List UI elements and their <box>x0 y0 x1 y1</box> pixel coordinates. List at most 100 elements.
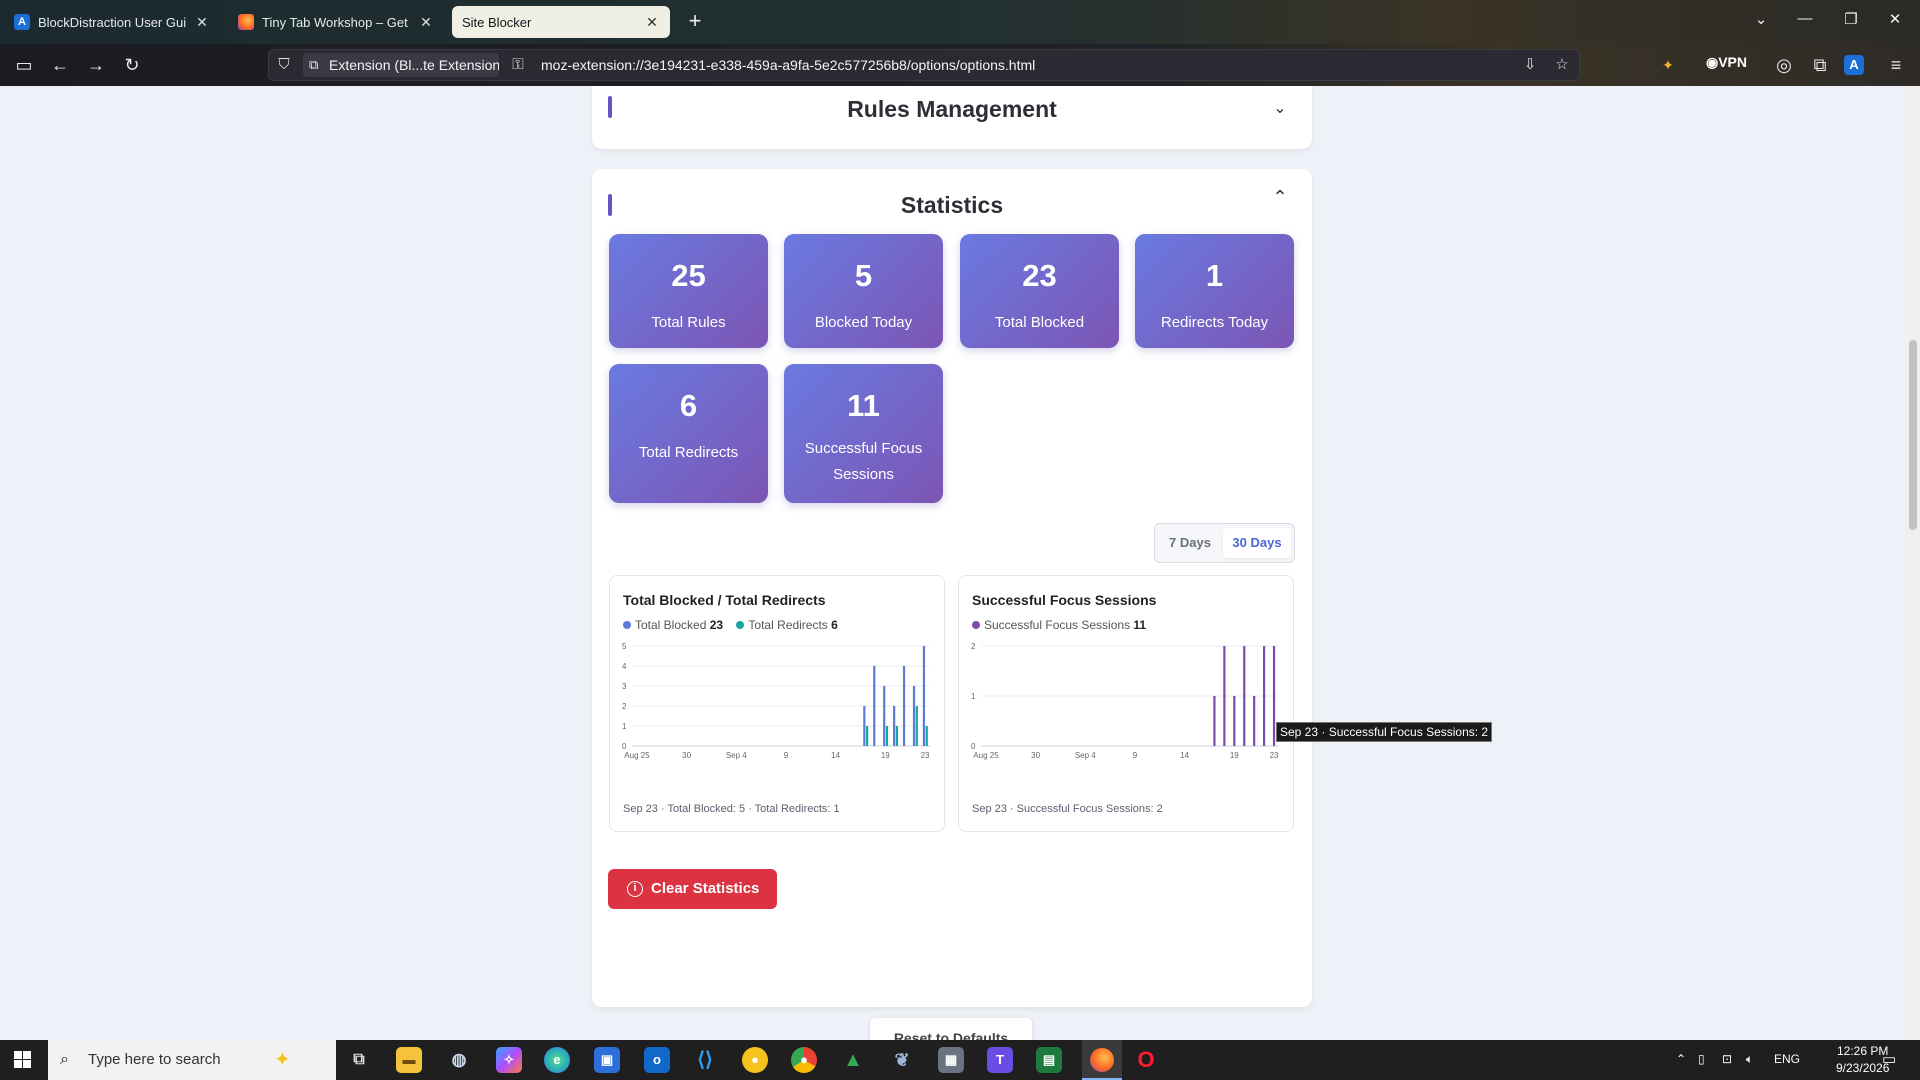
key-icon[interactable]: ⚿ <box>507 54 529 76</box>
blocked-redirects-chart: Total Blocked / Total Redirects Total Bl… <box>609 575 945 832</box>
stat-value: 5 <box>854 258 873 293</box>
close-icon[interactable]: ✕ <box>644 14 660 31</box>
notifications-icon[interactable]: ▭ <box>1882 1050 1896 1068</box>
chart-title: Total Blocked / Total Redirects <box>623 592 826 608</box>
copilot-icon[interactable]: ✧ <box>496 1047 522 1073</box>
x-tick-label: 23 <box>1270 751 1279 760</box>
windows-start-icon[interactable] <box>8 1048 38 1072</box>
bar-total-redirects <box>866 726 869 746</box>
spreadsheet-icon[interactable]: ▤ <box>1036 1047 1062 1073</box>
chart-summary: Sep 23 · Successful Focus Sessions: 2 <box>972 803 1163 815</box>
tab-tiny-tab-workshop[interactable]: Tiny Tab Workshop – Get this Th ✕ <box>228 6 444 38</box>
battery-icon[interactable]: ▯ <box>1698 1052 1705 1066</box>
back-button[interactable]: ← <box>46 52 74 78</box>
window-close-button[interactable]: ✕ <box>1880 10 1910 34</box>
network-icon[interactable]: ⊡ <box>1722 1052 1732 1066</box>
chevron-up-icon[interactable]: ⌃ <box>1270 187 1290 207</box>
y-tick-label: 2 <box>971 642 976 651</box>
menu-icon[interactable]: ≡ <box>1882 52 1910 78</box>
chrome-icon[interactable]: ● <box>791 1047 817 1073</box>
tab-strip: A BlockDistraction User Guide: Ru ✕ Tiny… <box>0 0 1920 44</box>
steam-icon[interactable]: ◍ <box>446 1047 472 1073</box>
rules-management-title[interactable]: Rules Management <box>592 96 1312 123</box>
new-tab-button[interactable]: + <box>682 8 708 36</box>
stat-blocked-today: 5 Blocked Today <box>784 234 943 348</box>
opera-icon[interactable]: O <box>1133 1047 1159 1073</box>
extensions-icon[interactable]: ⧉ <box>1806 52 1834 78</box>
teams-icon[interactable]: T <box>987 1047 1013 1073</box>
page-scrollbar[interactable] <box>1906 86 1920 1040</box>
statistics-title[interactable]: Statistics <box>592 192 1312 219</box>
store-icon[interactable]: ▣ <box>594 1047 620 1073</box>
vpn-button[interactable]: ◉VPN <box>1706 54 1747 71</box>
stat-value: 6 <box>679 388 698 423</box>
edge-icon[interactable]: e <box>544 1047 570 1073</box>
legend-dot <box>972 621 980 629</box>
google-drive-icon[interactable]: ▲ <box>840 1047 866 1073</box>
bar-successful-focus-sessions <box>1233 696 1236 746</box>
close-icon[interactable]: ✕ <box>418 14 434 31</box>
bar-total-blocked <box>902 666 906 746</box>
vscode-icon[interactable]: ⟨⟩ <box>692 1047 718 1073</box>
clear-statistics-button[interactable]: i Clear Statistics <box>608 869 777 909</box>
minimize-button[interactable]: — <box>1790 10 1820 34</box>
task-view-icon[interactable]: ⧉ <box>346 1047 372 1073</box>
tab-user-guide[interactable]: A BlockDistraction User Guide: Ru ✕ <box>4 6 220 38</box>
blocked-redirects-plot[interactable]: 012345Aug 25 30 Sep 4 9 14 19 23 <box>610 634 946 774</box>
x-tick-label: Aug 25 <box>973 751 999 760</box>
y-tick-label: 2 <box>622 702 627 711</box>
y-tick-label: 3 <box>622 682 627 691</box>
search-placeholder: Type here to search <box>88 1051 221 1068</box>
outlook-icon[interactable]: o <box>644 1047 670 1073</box>
forward-button[interactable]: → <box>82 52 110 78</box>
norton-icon[interactable]: ● <box>742 1047 768 1073</box>
extension-icon[interactable]: ✦ <box>1654 52 1682 78</box>
file-explorer-icon[interactable]: ▬ <box>396 1047 422 1073</box>
blockdistraction-extension-icon[interactable]: A <box>1844 55 1864 75</box>
vpn-icon: ◉ <box>1706 54 1719 70</box>
y-tick-label: 4 <box>622 662 627 671</box>
chevron-down-icon[interactable]: ⌄ <box>1270 98 1290 118</box>
x-tick-label: 14 <box>831 751 840 760</box>
range-toggle: 7 Days 30 Days <box>1154 523 1295 563</box>
range-7-days-button[interactable]: 7 Days <box>1159 528 1221 558</box>
shield-icon[interactable]: ⛉ <box>273 54 295 76</box>
firefox-icon <box>238 14 254 30</box>
restore-button[interactable]: ❐ <box>1836 10 1866 34</box>
calculator-icon[interactable]: ▦ <box>938 1047 964 1073</box>
x-tick-label: 30 <box>682 751 691 760</box>
bar-total-redirects <box>885 726 889 746</box>
stat-total-blocked: 23 Total Blocked <box>960 234 1119 348</box>
list-all-tabs-icon[interactable]: ⌄ <box>1746 10 1776 34</box>
scrollbar-thumb[interactable] <box>1909 340 1917 530</box>
firefox-taskbar-icon[interactable] <box>1082 1040 1122 1080</box>
range-30-days-button[interactable]: 30 Days <box>1223 528 1291 558</box>
sidebar-toggle-icon[interactable]: ▭ <box>10 52 38 78</box>
x-tick-label: 9 <box>784 751 789 760</box>
legend-value: 23 <box>709 618 724 632</box>
reset-to-defaults-button[interactable]: Reset to Defaults <box>870 1018 1032 1040</box>
clear-statistics-label: Clear Statistics <box>651 880 760 897</box>
bookmark-star-icon[interactable]: ☆ <box>1551 54 1573 76</box>
url-bar[interactable]: ⛉ ⧉ Extension (Bl...te Extension) ⚿ moz-… <box>268 49 1580 81</box>
options-page: Rules Management ⌄ Statistics ⌃ 25 Total… <box>0 86 1906 1040</box>
legend-dot <box>736 621 745 629</box>
bird-icon[interactable]: ❦ <box>889 1047 915 1073</box>
legend-label: Successful Focus Sessions <box>984 618 1131 632</box>
legend-value: 11 <box>1133 618 1147 632</box>
language-indicator[interactable]: ENG <box>1774 1052 1800 1066</box>
chevron-up-icon[interactable]: ⌃ <box>1676 1052 1686 1066</box>
reload-button[interactable]: ↻ <box>118 52 146 78</box>
focus-sessions-plot[interactable]: 0 1 2 Aug 25 30 Sep 4 9 14 19 23 <box>959 634 1295 774</box>
install-icon[interactable]: ⇩ <box>1519 54 1541 76</box>
close-icon[interactable]: ✕ <box>194 14 210 31</box>
account-icon[interactable]: ◎ <box>1770 52 1798 78</box>
volume-icon[interactable]: 🔈︎ <box>1746 1052 1753 1067</box>
tab-site-blocker[interactable]: Site Blocker ✕ <box>452 6 670 38</box>
url-text[interactable]: moz-extension://3e194231-e338-459a-a9fa-… <box>541 50 1035 80</box>
stat-total-rules: 25 Total Rules <box>609 234 768 348</box>
bar-successful-focus-sessions <box>1272 646 1276 746</box>
taskbar-search-input[interactable]: ⌕ Type here to search ✦ <box>48 1040 336 1080</box>
browser-chrome: A BlockDistraction User Guide: Ru ✕ Tiny… <box>0 0 1920 86</box>
site-identity[interactable]: ⧉ Extension (Bl...te Extension) <box>303 53 499 77</box>
